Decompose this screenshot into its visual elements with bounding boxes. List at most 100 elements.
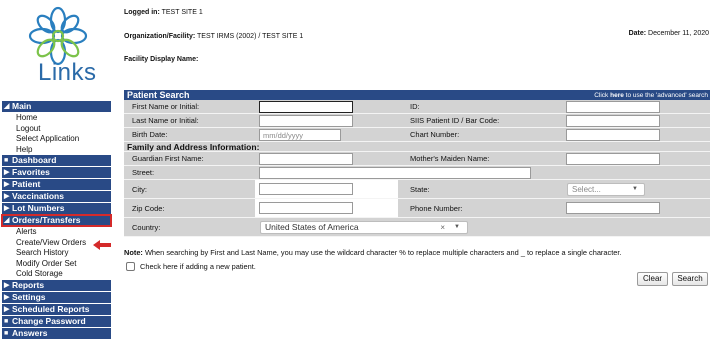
nav-section-label: Lot Numbers [12,203,65,213]
expand-arrow-icon: ▶ [4,281,10,289]
nav-item-alerts[interactable]: Alerts [2,227,111,238]
bullet-square-icon: ■ [4,157,9,164]
expand-arrow-icon: ▶ [4,193,10,200]
nav-section-label: Reports [12,279,45,290]
maiden-name-input[interactable] [566,153,660,165]
nav-section-patient[interactable]: ▶ Patient [2,179,111,190]
expand-arrow-icon: ▶ [4,181,10,188]
first-name-input[interactable] [259,101,353,113]
new-patient-option[interactable]: Check here if adding a new patient. [126,262,256,271]
nav-section-scheduled-reports[interactable]: ▶ Scheduled Reports [2,303,111,315]
nav-section-label: Answers [12,327,48,338]
logged-in-line: Logged in: TEST SITE 1 [124,9,203,16]
phone-number-label: Phone Number: [410,203,463,213]
last-name-label: Last Name or Initial: [132,116,199,125]
row-birth-date: Birth Date: Chart Number: [124,128,710,142]
date-value: December 11, 2020 [648,30,709,37]
nav-item-help[interactable]: Help [2,145,111,156]
nav-item-logout[interactable]: Logout [2,124,111,135]
city-input[interactable] [259,183,353,195]
row-first-name: First Name or Initial: ID: [124,100,710,114]
city-label: City: [132,184,147,194]
expand-arrow-icon: ▶ [4,293,10,301]
organization-value: TEST IRMS (2002) / TEST SITE 1 [197,33,304,40]
nav-item-home[interactable]: Home [2,113,111,124]
nav-item-cold-storage[interactable]: Cold Storage [2,269,111,280]
nav-section-label: Settings [12,291,46,302]
patient-search-panel: Patient Search Click here to use the 'ad… [124,90,710,237]
chevron-down-icon: ▼ [632,186,638,192]
chart-number-input[interactable] [566,129,660,141]
family-address-section-heading: Family and Address Information: [124,142,710,152]
country-select[interactable]: United States of America × ▼ [260,221,468,234]
clear-selection-icon[interactable]: × [440,222,445,233]
facility-display-line: Facility Display Name: [124,56,198,63]
guardian-first-name-label: Guardian First Name: [132,154,204,163]
note-label: Note: [124,248,143,257]
search-button[interactable]: Search [672,272,708,286]
nav-section-change-password[interactable]: ■ Change Password [2,315,111,327]
logged-in-label: Logged in: [124,9,160,16]
clear-button[interactable]: Clear [637,272,668,286]
state-select[interactable]: Select... ▼ [567,183,645,196]
nav-section-label: Favorites [12,167,50,177]
nav-section-main[interactable]: ◢ Main [2,101,111,112]
zip-code-label: Zip Code: [132,203,165,213]
phone-number-input[interactable] [566,202,660,214]
new-patient-checkbox[interactable] [126,262,135,271]
expand-arrow-icon: ▶ [4,305,10,313]
nav-section-label: Orders/Transfers [12,215,81,225]
nav-section-label: Change Password [12,315,86,326]
advanced-search-link[interactable]: here [610,92,624,99]
nav-section-vaccinations[interactable]: ▶ Vaccinations [2,191,111,202]
organization-line: Organization/Facility: TEST IRMS (2002) … [124,33,303,40]
street-label: Street: [132,168,155,177]
nav-section-reports[interactable]: ▶ Reports [2,279,111,291]
expand-arrow-icon: ▶ [4,205,10,212]
expand-arrow-icon: ▶ [4,169,10,176]
state-select-value: Select... [572,185,601,194]
advanced-pre-text: Click [594,92,611,99]
side-nav: ◢ Main Home Logout Select Application Help ■ Da… [1,101,112,340]
nav-section-favorites[interactable]: ▶ Favorites [2,167,111,178]
row-guardian: Guardian First Name: Mother's Maiden Nam… [124,152,710,166]
siis-id-input[interactable] [566,115,660,127]
collapse-arrow-icon: ◢ [4,103,10,110]
logged-in-value: TEST SITE 1 [161,9,203,16]
last-name-input[interactable] [259,115,353,127]
facility-display-label: Facility Display Name: [124,56,199,63]
nav-section-label: Vaccinations [12,191,64,201]
row-city: City: State: Select... ▼ [124,180,710,199]
search-note: Note: When searching by First and Last N… [124,248,621,257]
links-logo[interactable]: Links [16,6,100,92]
birth-date-label: Birth Date: [132,130,168,139]
nav-section-settings[interactable]: ▶ Settings [2,291,111,303]
maiden-name-label: Mother's Maiden Name: [410,154,490,163]
id-label: ID: [410,102,420,111]
bullet-square-icon: ■ [4,329,9,337]
nav-section-lot-numbers[interactable]: ▶ Lot Numbers [2,203,111,214]
advanced-search-hint: Click here to use the 'advanced' search [594,91,708,100]
nav-item-select-application[interactable]: Select Application [2,134,111,145]
nav-section-orders-transfers[interactable]: ◢ Orders/Transfers [1,214,112,227]
zip-code-input[interactable] [259,202,353,214]
first-name-label: First Name or Initial: [132,102,200,111]
nav-section-label: Scheduled Reports [12,303,90,314]
note-text: When searching by First and Last Name, y… [144,248,622,257]
birth-date-input[interactable] [259,129,341,141]
date-line: Date: December 11, 2020 [629,30,709,37]
bullet-square-icon: ■ [4,317,9,325]
id-input[interactable] [566,101,660,113]
organization-label: Organization/Facility: [124,33,196,40]
panel-title-bar: Patient Search Click here to use the 'ad… [124,90,710,100]
row-street: Street: [124,166,710,180]
date-label: Date: [628,30,647,37]
country-label: Country: [132,222,161,232]
nav-section-answers[interactable]: ■ Answers [2,327,111,339]
row-country: Country: United States of America × ▼ [124,218,710,237]
guardian-first-name-input[interactable] [259,153,353,165]
nav-section-dashboard[interactable]: ■ Dashboard [2,155,111,166]
nav-item-modify-order-set[interactable]: Modify Order Set [2,259,111,270]
state-label: State: [410,184,430,194]
street-input[interactable] [259,167,531,179]
